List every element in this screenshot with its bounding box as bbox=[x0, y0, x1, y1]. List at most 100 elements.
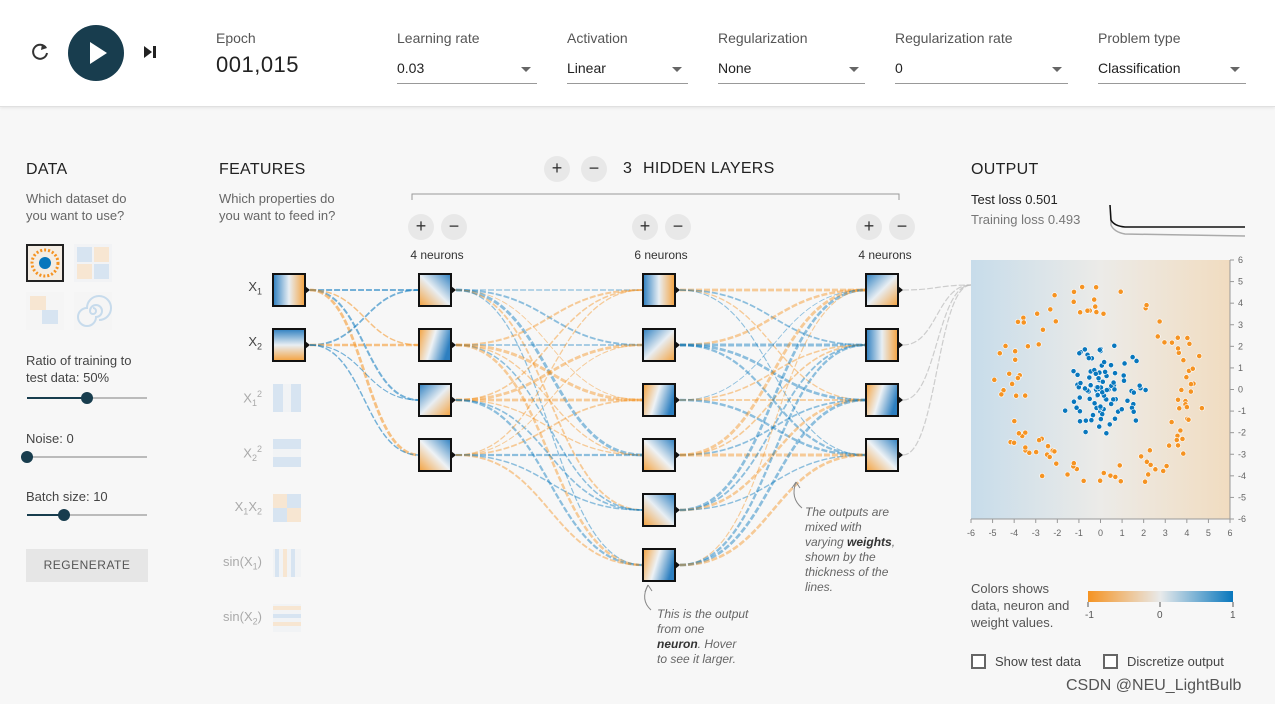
data-point bbox=[1009, 381, 1016, 387]
weight-link bbox=[309, 288, 420, 457]
y-tick-label: -4 bbox=[1238, 471, 1246, 481]
data-point bbox=[1166, 442, 1173, 449]
data-point bbox=[1071, 398, 1077, 405]
annotation-arrowhead bbox=[644, 584, 653, 593]
data-point bbox=[1161, 339, 1168, 346]
neuron-l2-4[interactable] bbox=[642, 438, 680, 472]
data-point bbox=[1090, 412, 1096, 418]
data-point bbox=[1088, 417, 1095, 424]
data-point bbox=[1136, 382, 1143, 389]
weight-link bbox=[455, 454, 644, 566]
data-point bbox=[1006, 370, 1013, 377]
data-point bbox=[1124, 397, 1131, 404]
data-point bbox=[1110, 396, 1117, 403]
data-point bbox=[1047, 306, 1054, 313]
data-point bbox=[1082, 429, 1089, 435]
x-tick-label: -4 bbox=[1010, 528, 1018, 538]
x-tick-label: -6 bbox=[967, 528, 975, 538]
neuron-l3-3[interactable] bbox=[865, 383, 903, 417]
neuron-l2-3[interactable] bbox=[642, 383, 680, 417]
neuron-l2-6[interactable] bbox=[642, 548, 680, 582]
data-point bbox=[1070, 368, 1077, 375]
neuron-l2-2[interactable] bbox=[642, 328, 680, 362]
feature-x2-node[interactable] bbox=[272, 328, 310, 362]
x-tick-label: -1 bbox=[1075, 528, 1083, 538]
legend-description: Colors shows data, neuron and weight val… bbox=[971, 580, 1069, 631]
data-point bbox=[1138, 453, 1145, 460]
data-point bbox=[1086, 374, 1093, 381]
y-tick-label: -3 bbox=[1238, 449, 1246, 459]
feature-x1x2-node[interactable] bbox=[273, 494, 301, 522]
training-loss-label: Training loss bbox=[971, 212, 1048, 227]
data-point bbox=[1147, 461, 1154, 468]
neuron-l1-3[interactable] bbox=[418, 383, 456, 417]
data-point bbox=[1081, 346, 1088, 353]
note-line: thickness of the bbox=[805, 565, 889, 579]
feature-sin-x2-node[interactable] bbox=[273, 604, 301, 632]
x-tick-label: 0 bbox=[1098, 528, 1103, 538]
network-diagram: -6 -5 -4 -3 -2 -1 0 1 2 3 4 5 6 6 5 4 3 2 1 0 -1 -2 -3 -4 -5 -6 bbox=[272, 193, 1246, 632]
data-point bbox=[1011, 439, 1017, 446]
data-point bbox=[1103, 430, 1110, 437]
y-tick-label: 4 bbox=[1238, 298, 1243, 308]
data-point bbox=[1120, 372, 1127, 379]
neuron-l1-4[interactable] bbox=[418, 438, 456, 472]
neuron-l3-2[interactable] bbox=[865, 328, 903, 362]
data-point bbox=[1002, 343, 1009, 349]
data-point bbox=[1091, 296, 1098, 303]
output-x-axis: -6 -5 -4 -3 -2 -1 0 1 2 3 4 5 6 bbox=[967, 518, 1233, 538]
feature-x2-squared-node[interactable] bbox=[273, 439, 301, 467]
data-point bbox=[991, 376, 998, 383]
neuron-l2-5[interactable] bbox=[642, 493, 680, 527]
data-point bbox=[1076, 394, 1083, 401]
x-tick-label: 6 bbox=[1227, 528, 1232, 538]
x-tick-label: 5 bbox=[1206, 528, 1211, 538]
data-point bbox=[1015, 430, 1022, 437]
y-tick-label: 3 bbox=[1238, 320, 1243, 330]
neuron-l1-1[interactable] bbox=[418, 273, 456, 307]
data-point bbox=[1015, 319, 1021, 325]
note-line: This is the output bbox=[657, 607, 749, 621]
y-tick-label: -1 bbox=[1238, 406, 1246, 416]
feature-x1-squared-node[interactable] bbox=[273, 384, 301, 412]
x-tick-label: 1 bbox=[1120, 528, 1125, 538]
data-point bbox=[1012, 348, 1019, 355]
data-point bbox=[1130, 408, 1137, 415]
neuron-l3-1[interactable] bbox=[865, 273, 903, 307]
data-point bbox=[1070, 460, 1077, 467]
data-point bbox=[1062, 407, 1069, 414]
data-point bbox=[1100, 470, 1107, 476]
neuron-l3-4[interactable] bbox=[865, 438, 903, 472]
note-line: to see it larger. bbox=[657, 652, 736, 666]
discretize-output-checkbox[interactable] bbox=[1103, 654, 1118, 669]
data-point bbox=[1102, 368, 1109, 375]
weight-link bbox=[902, 284, 972, 346]
data-point bbox=[1175, 396, 1181, 403]
neuron-l1-2[interactable] bbox=[418, 328, 456, 362]
legend-line: weight values. bbox=[971, 615, 1054, 630]
weight-link bbox=[309, 289, 420, 346]
data-point bbox=[1087, 382, 1094, 389]
data-point bbox=[1092, 370, 1099, 377]
data-point bbox=[1184, 404, 1190, 410]
weight-link bbox=[455, 289, 644, 456]
data-point bbox=[1180, 357, 1187, 364]
feature-sin-x1-node[interactable] bbox=[273, 549, 301, 577]
data-point bbox=[1022, 392, 1029, 399]
y-tick-label: -6 bbox=[1238, 514, 1246, 524]
data-point bbox=[1121, 377, 1127, 384]
data-point bbox=[1022, 444, 1029, 451]
test-loss-curve bbox=[1109, 204, 1245, 228]
data-point bbox=[1117, 288, 1124, 295]
data-point bbox=[1080, 477, 1087, 484]
data-point bbox=[1036, 437, 1043, 444]
data-point bbox=[1146, 447, 1153, 454]
x-tick-label: -3 bbox=[1032, 528, 1040, 538]
data-point bbox=[1183, 374, 1190, 381]
neuron-l2-1[interactable] bbox=[642, 273, 680, 307]
data-point bbox=[1011, 418, 1018, 425]
data-point bbox=[1178, 387, 1185, 393]
data-point bbox=[1108, 362, 1114, 369]
feature-x1-node[interactable] bbox=[272, 273, 310, 307]
show-test-data-checkbox[interactable] bbox=[971, 654, 986, 669]
